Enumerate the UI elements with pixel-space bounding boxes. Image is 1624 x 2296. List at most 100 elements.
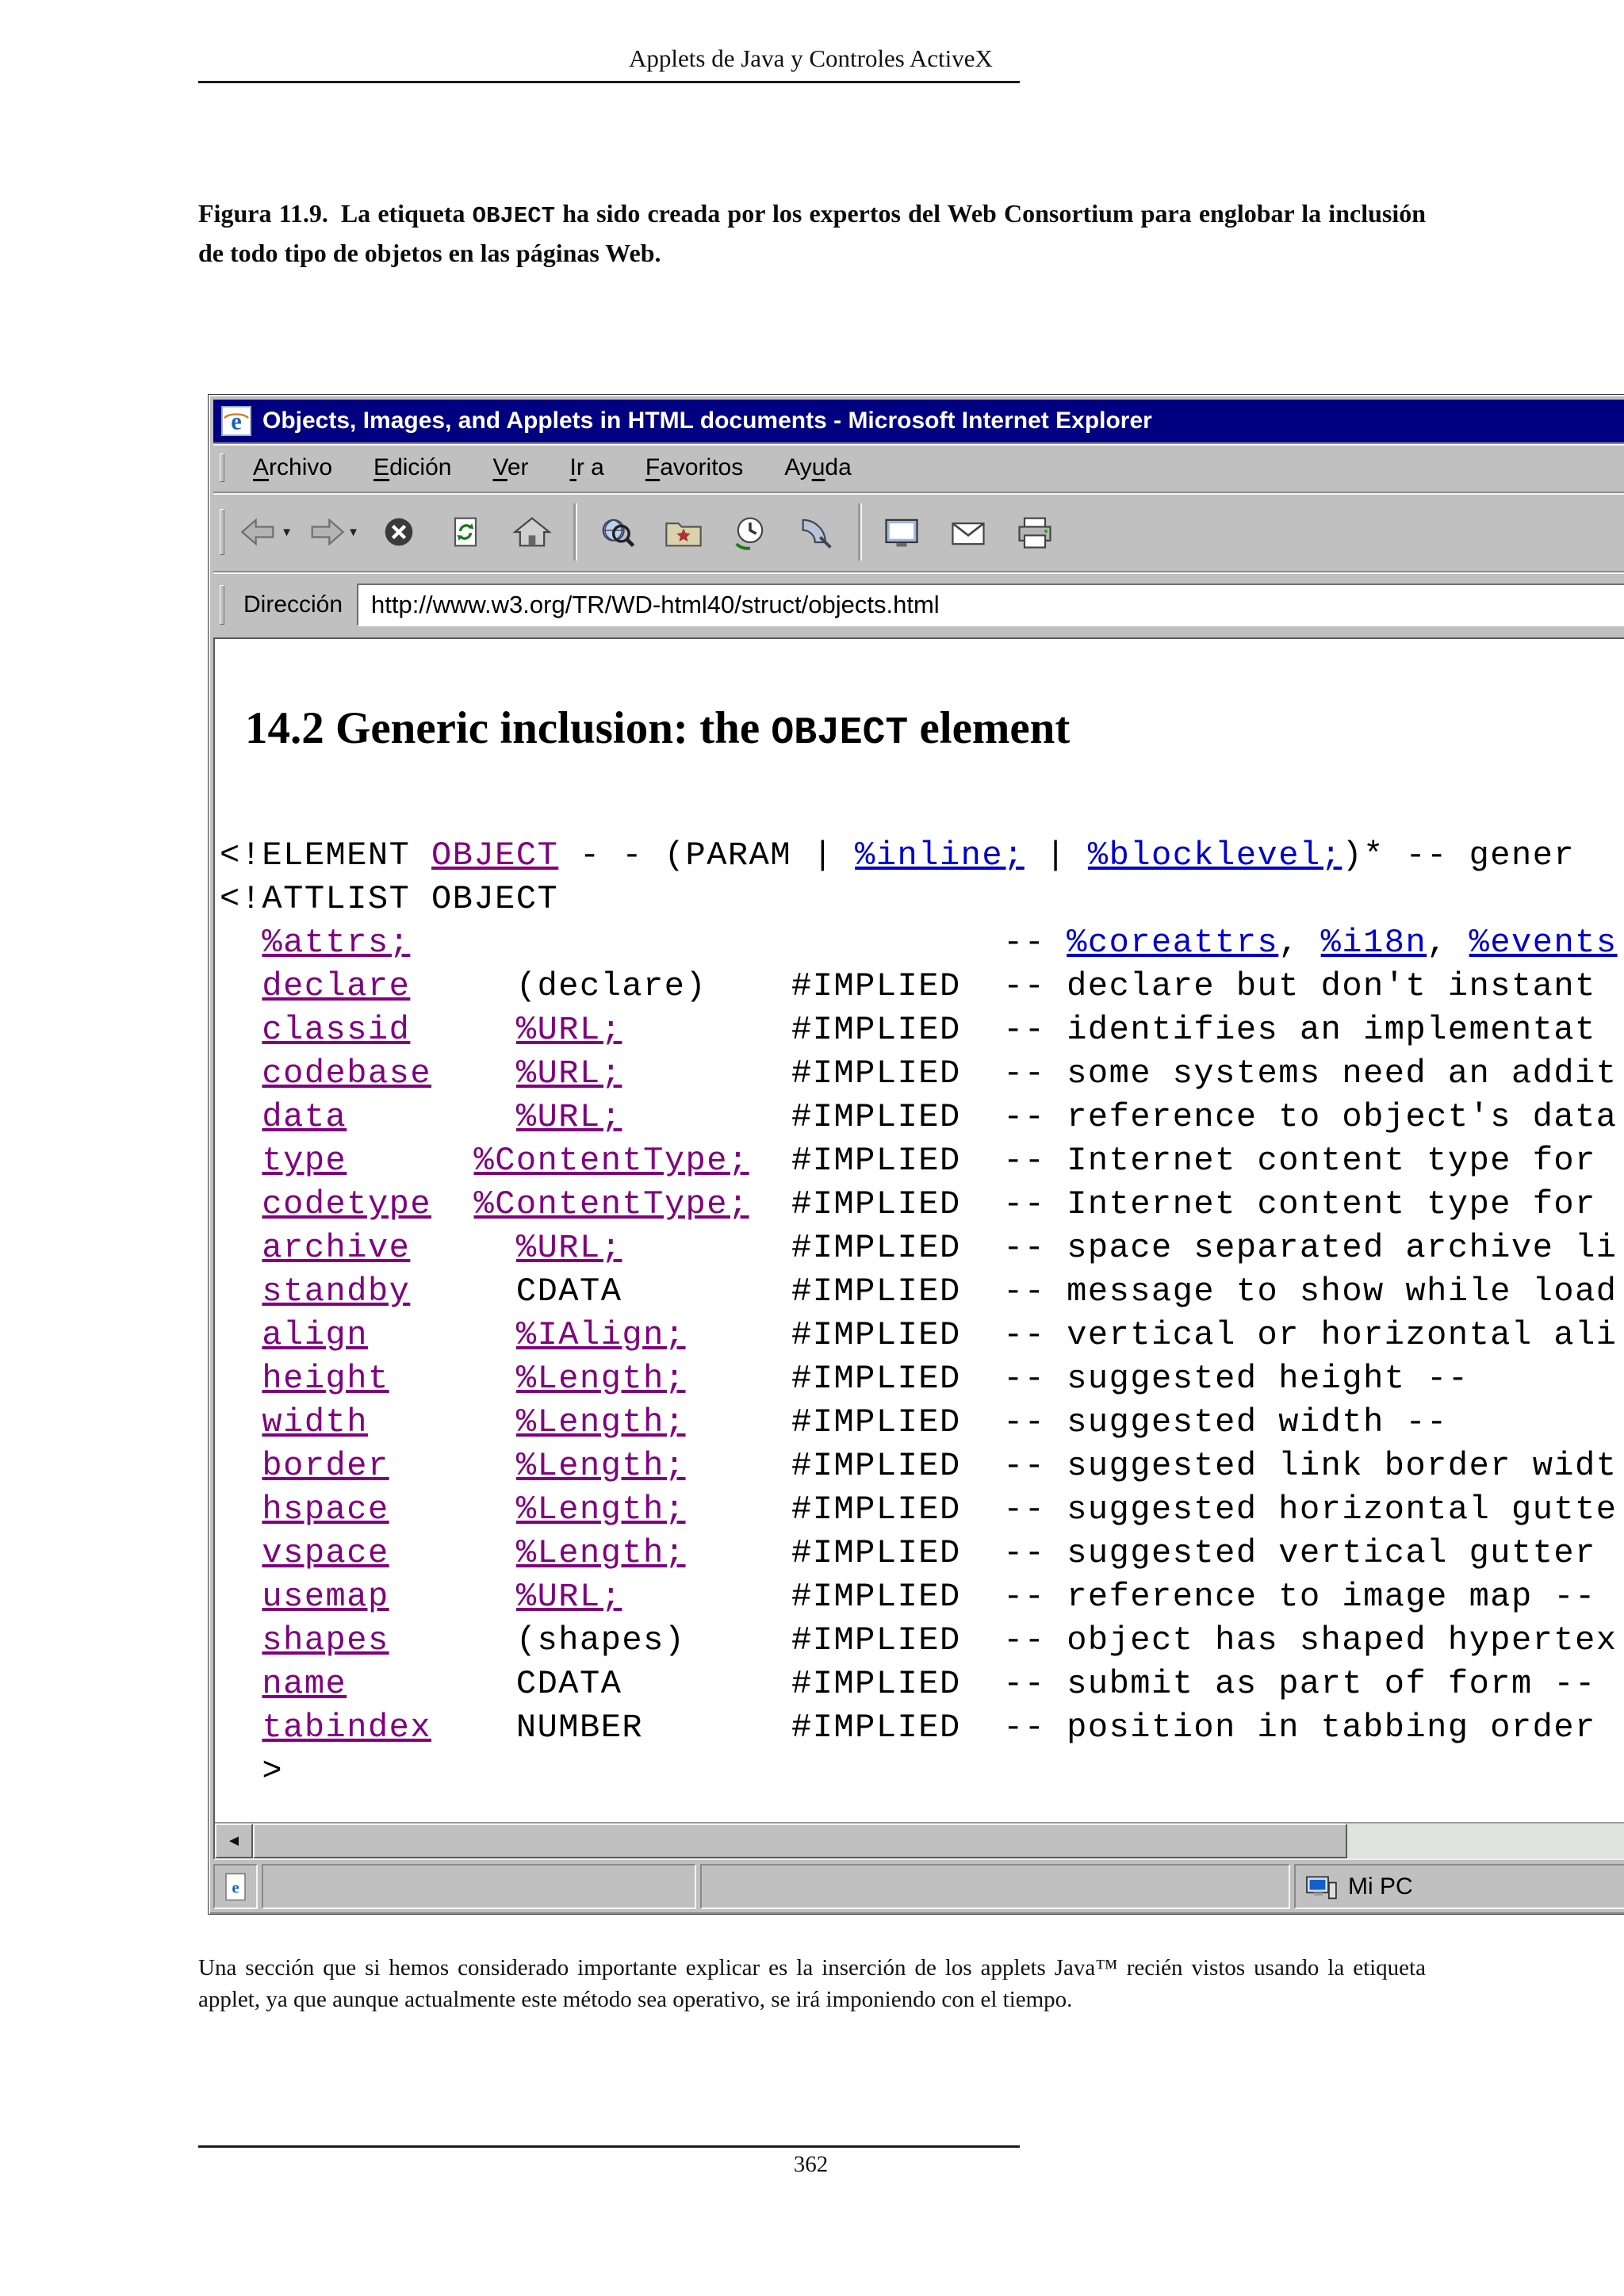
dtd-text (220, 1360, 262, 1398)
dtd-text: (declare) #IMPLIED -- declare but don't … (410, 967, 1596, 1005)
dtd-visited-link[interactable]: codebase (262, 1054, 431, 1093)
dtd-text (220, 1709, 262, 1747)
menu-item-archivo[interactable]: Archivo (232, 454, 353, 481)
address-label: Dirección (243, 591, 343, 618)
figure-caption: Figura 11.9. La etiqueta OBJECT ha sido c… (198, 195, 1426, 271)
menubar-grip[interactable] (220, 453, 224, 482)
dtd-text: #IMPLIED -- space separated archive li (622, 1229, 1618, 1267)
dtd-visited-link[interactable]: %ContentType; (473, 1142, 749, 1180)
horizontal-scrollbar[interactable]: ◄ (215, 1822, 1624, 1858)
dtd-visited-link[interactable]: height (262, 1360, 389, 1398)
menu-item-ayuda[interactable]: Ayuda (764, 454, 872, 481)
figure-caption-label: Figura 11.9. (198, 199, 328, 228)
menu-item-ir-a[interactable]: Ir a (550, 454, 625, 481)
dtd-visited-link[interactable]: %ContentType; (473, 1185, 749, 1223)
fullscreen-button[interactable] (868, 497, 935, 567)
dtd-visited-link[interactable]: %Length; (516, 1447, 686, 1485)
dtd-visited-link[interactable]: codetype (262, 1185, 431, 1223)
dtd-visited-link[interactable]: border (262, 1447, 389, 1485)
history-button[interactable] (717, 497, 783, 567)
dtd-text: , (1427, 924, 1469, 962)
dtd-visited-link[interactable]: classid (262, 1011, 410, 1049)
dtd-text (220, 1447, 262, 1485)
dtd-line: <!ATTLIST OBJECT (220, 878, 1624, 921)
address-input[interactable]: http://www.w3.org/TR/WD-html40/struct/ob… (357, 584, 1624, 626)
browser-window: e Objects, Images, and Applets in HTML d… (208, 394, 1624, 1915)
dtd-visited-link[interactable]: type (262, 1142, 347, 1180)
dtd-visited-link[interactable]: %Length; (516, 1490, 686, 1529)
dtd-link[interactable]: %coreattrs (1067, 924, 1278, 962)
menu-items: Archivo Edición Ver Ir a Favoritos Ayuda (232, 454, 872, 481)
stop-button[interactable] (366, 497, 432, 567)
dtd-text: #IMPLIED -- Internet content type for (749, 1142, 1596, 1180)
dtd-line: hspace %Length; #IMPLIED -- suggested ho… (220, 1488, 1624, 1532)
dtd-visited-link[interactable]: declare (262, 967, 410, 1005)
dtd-link[interactable]: %blocklevel; (1088, 836, 1342, 874)
forward-dropdown-caret[interactable]: ▼ (347, 526, 359, 539)
dtd-visited-link[interactable]: standby (262, 1272, 410, 1311)
dtd-visited-link[interactable]: tabindex (262, 1709, 431, 1747)
dtd-visited-link[interactable]: %URL; (516, 1098, 622, 1136)
forward-button[interactable]: ▼ (299, 497, 366, 567)
scrollbar-thumb[interactable] (253, 1823, 1347, 1858)
mail-envelope-icon (952, 522, 985, 545)
search-button[interactable] (584, 497, 650, 567)
dtd-visited-link[interactable]: %URL; (516, 1054, 622, 1093)
header-rule (198, 81, 1020, 83)
dtd-text: CDATA #IMPLIED -- submit as part of form… (347, 1665, 1596, 1703)
dtd-visited-link[interactable]: data (262, 1098, 347, 1136)
dtd-visited-link[interactable]: usemap (262, 1578, 389, 1616)
addressbar-grip[interactable] (220, 585, 224, 625)
dtd-visited-link[interactable]: %Length; (516, 1360, 686, 1398)
print-button[interactable] (1002, 497, 1068, 567)
dtd-link[interactable]: %events (1469, 924, 1618, 962)
my-computer-icon (1306, 1876, 1337, 1899)
menu-item-favoritos[interactable]: Favoritos (625, 454, 764, 481)
home-button[interactable] (499, 497, 565, 567)
dtd-visited-link[interactable]: name (262, 1665, 347, 1703)
back-dropdown-caret[interactable]: ▼ (281, 526, 293, 539)
dtd-text (220, 1098, 262, 1136)
dtd-visited-link[interactable]: vspace (262, 1534, 389, 1572)
window-titlebar[interactable]: e Objects, Images, and Applets in HTML d… (213, 400, 1624, 442)
menu-item-ver[interactable]: Ver (472, 454, 549, 481)
dtd-text (220, 1229, 262, 1267)
dtd-text: #IMPLIED -- suggested vertical gutter (685, 1534, 1596, 1572)
window-title: Objects, Images, and Applets in HTML doc… (262, 408, 1152, 434)
dtd-visited-link[interactable]: %attrs; (262, 924, 410, 962)
content-heading: 14.2 Generic inclusion: the OBJECT eleme… (245, 702, 1624, 755)
mail-button[interactable] (935, 497, 1002, 567)
dtd-visited-link[interactable]: align (262, 1316, 368, 1354)
back-button[interactable]: ▼ (232, 497, 299, 567)
dtd-code-block: <!ELEMENT OBJECT - - (PARAM | %inline; |… (220, 834, 1624, 1793)
dtd-text: > (220, 1752, 284, 1790)
dtd-text (220, 924, 262, 962)
dtd-visited-link[interactable]: %Length; (516, 1403, 686, 1441)
dtd-link[interactable]: %inline; (855, 836, 1025, 874)
channels-dish-icon (802, 519, 832, 549)
dtd-visited-link[interactable]: hspace (262, 1490, 389, 1529)
heading-object-code: OBJECT (771, 712, 909, 755)
address-bar: Dirección http://www.w3.org/TR/WD-html40… (213, 571, 1624, 637)
channels-button[interactable] (783, 497, 850, 567)
favorites-button[interactable] (650, 497, 717, 567)
dtd-visited-link[interactable]: OBJECT (431, 836, 558, 874)
dtd-visited-link[interactable]: %URL; (516, 1578, 622, 1616)
dtd-visited-link[interactable]: shapes (262, 1621, 389, 1659)
dtd-visited-link[interactable]: %IAlign; (516, 1316, 686, 1354)
footer-rule (198, 2145, 1020, 2148)
dtd-visited-link[interactable]: %Length; (516, 1534, 686, 1572)
dtd-link[interactable]: %i18n (1321, 924, 1427, 962)
dtd-visited-link[interactable]: archive (262, 1229, 410, 1267)
refresh-button[interactable] (432, 497, 499, 567)
dtd-text (410, 924, 1003, 962)
dtd-text (220, 1142, 262, 1180)
dtd-visited-link[interactable]: %URL; (516, 1011, 622, 1049)
scroll-left-button[interactable]: ◄ (215, 1823, 253, 1858)
dtd-visited-link[interactable]: width (262, 1403, 368, 1441)
menu-item-edición[interactable]: Edición (353, 454, 472, 481)
stop-icon (385, 518, 413, 546)
toolbar: ▼ ▼ (213, 492, 1624, 571)
dtd-visited-link[interactable]: %URL; (516, 1229, 622, 1267)
toolbar-grip[interactable] (220, 508, 224, 556)
